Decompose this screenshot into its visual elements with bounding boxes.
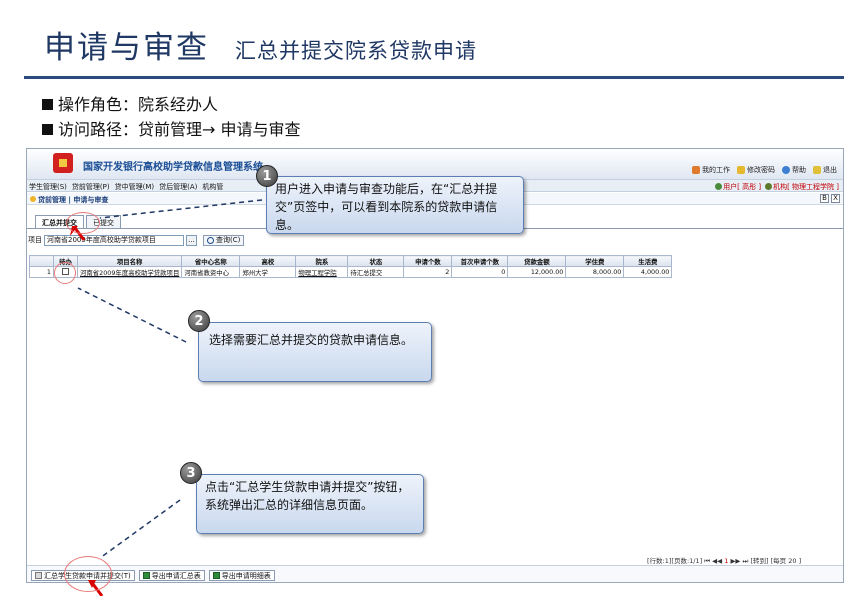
- breadcrumb: 贷前管理 | 申请与审查: [30, 195, 108, 205]
- callout-text: 选择需要汇总并提交的贷款申请信息。: [209, 333, 414, 347]
- column-header: 高校: [239, 255, 297, 267]
- menu-preloan[interactable]: 贷前管理(P): [72, 182, 110, 192]
- export-detail-button[interactable]: 导出申请明细表: [208, 570, 275, 581]
- step-2-badge: 2: [188, 310, 210, 332]
- org-label: 机构[ 物理工程学院 ]: [773, 183, 839, 191]
- living-expense-cell: 4,000.00: [623, 266, 673, 278]
- pager-page-count: [页数:1/1]: [671, 557, 703, 565]
- square-bullet-icon: [42, 99, 53, 110]
- app-header: 国家开发银行高校助学贷款信息管理系统 我的工作 修改密码 帮助 退出: [27, 149, 843, 179]
- column-header: 生活费: [623, 255, 673, 267]
- column-header: 院系: [295, 255, 349, 267]
- project-picker-button[interactable]: ...: [186, 234, 197, 246]
- project-label: 项目: [28, 236, 42, 244]
- bullet-list: 操作角色：院系经办人 访问路径：贷前管理→ 申请与审查: [42, 92, 301, 142]
- column-header: 项目名称: [76, 255, 183, 267]
- center-name-cell: 河南省教资中心: [181, 266, 241, 278]
- row-index: 1: [29, 266, 54, 278]
- table-header-row: 待办 项目名称 省中心名称 高校 院系 状态 申请个数 首次申请个数 贷款金额 …: [29, 255, 673, 267]
- excel-icon: [142, 572, 150, 579]
- org-icon: [765, 183, 773, 190]
- menu-midloan[interactable]: 贷中管理(M): [115, 182, 155, 192]
- help-link[interactable]: 帮助: [782, 165, 806, 175]
- change-password-link[interactable]: 修改密码: [737, 165, 775, 175]
- application-count-cell: 2: [403, 266, 453, 278]
- callout-step-1: 用户进入申请与审查功能后，在“汇总并提交”页签中，可以看到本院系的贷款申请信息。: [266, 176, 524, 234]
- page-title: 申请与审查: [44, 30, 209, 66]
- slide-title: 申请与审查 汇总并提交院系贷款申请: [44, 22, 477, 68]
- step-3-badge: 3: [180, 462, 202, 484]
- checkbox-highlight-ring: [54, 262, 76, 284]
- pager-row-count: [行数:1]: [647, 557, 672, 565]
- bottom-toolbar: 汇总学生贷款申请并提交(T) 导出申请汇总表 导出申请明细表: [27, 565, 843, 582]
- column-header: 申请个数: [403, 255, 453, 267]
- column-header: 学住费: [565, 255, 625, 267]
- column-header: [29, 255, 54, 267]
- top-links: 我的工作 修改密码 帮助 退出: [692, 165, 837, 175]
- application-table: 待办 项目名称 省中心名称 高校 院系 状态 申请个数 首次申请个数 贷款金额 …: [29, 255, 673, 278]
- user-icon: [715, 183, 723, 190]
- department-cell[interactable]: 物理工程学院: [295, 266, 349, 278]
- project-input[interactable]: [44, 234, 184, 246]
- bullet-item: 操作角色：院系经办人: [42, 92, 301, 117]
- bullet-text-role: 操作角色：院系经办人: [58, 95, 219, 114]
- restore-button[interactable]: B: [820, 194, 829, 203]
- pager-current-page: 1: [724, 557, 729, 565]
- first-application-count-cell: 0: [451, 266, 509, 278]
- square-bullet-icon: [42, 124, 53, 135]
- callout-step-3: 点击“汇总学生贷款申请并提交”按钮，系统弹出汇总的详细信息页面。: [196, 474, 424, 534]
- window-buttons: B X: [820, 194, 840, 203]
- tuition-cell: 8,000.00: [565, 266, 625, 278]
- menu-org[interactable]: 机构管: [202, 182, 223, 192]
- step-1-badge: 1: [256, 165, 278, 187]
- status-cell: 待汇总提交: [347, 266, 405, 278]
- query-button[interactable]: 查询(C): [203, 234, 245, 246]
- menu-postloan[interactable]: 贷后管理(A): [159, 182, 197, 192]
- help-icon: [782, 166, 790, 174]
- key-icon: [737, 166, 745, 174]
- person-icon: [692, 166, 700, 174]
- callout-text: 用户进入申请与审查功能后，在“汇总并提交”页签中，可以看到本院系的贷款申请信息。: [275, 182, 498, 232]
- submit-icon: [35, 572, 42, 579]
- logout-link[interactable]: 退出: [813, 165, 837, 175]
- university-cell: 郑州大学: [239, 266, 297, 278]
- pager-page-size[interactable]: 20: [788, 557, 796, 565]
- project-name-cell[interactable]: 河南省2009年度高校助学贷款项目: [76, 266, 183, 278]
- callout-step-2: 选择需要汇总并提交的贷款申请信息。: [198, 322, 432, 382]
- pager-goto[interactable]: [转到]: [750, 557, 768, 565]
- button-highlight-ring: [64, 556, 112, 592]
- user-label: 用户[ 高彤 ]: [723, 183, 762, 191]
- logout-icon: [813, 166, 821, 174]
- pager-first-prev[interactable]: ⏮ ◀◀: [704, 557, 722, 565]
- table-row[interactable]: 1 河南省2009年度高校助学贷款项目 河南省教资中心 郑州大学 物理工程学院 …: [29, 266, 673, 278]
- loan-amount-cell: 12,000.00: [507, 266, 567, 278]
- excel-icon: [212, 572, 220, 579]
- breadcrumb-dot-icon: [30, 196, 36, 202]
- pager-next-last[interactable]: ▶▶ ⏭: [730, 557, 748, 565]
- my-work-link[interactable]: 我的工作: [692, 165, 730, 175]
- menu-student[interactable]: 学生管理(S): [29, 182, 67, 192]
- user-info: 用户[ 高彤 ] 机构[ 物理工程学院 ]: [715, 182, 839, 192]
- column-header: 状态: [347, 255, 405, 267]
- close-button[interactable]: X: [831, 194, 840, 203]
- filter-row: 项目 ... 查询(C): [27, 233, 245, 247]
- bullet-item: 访问路径：贷前管理→ 申请与审查: [42, 117, 301, 142]
- page-subtitle: 汇总并提交院系贷款申请: [235, 39, 477, 63]
- export-summary-button[interactable]: 导出申请汇总表: [138, 570, 205, 581]
- column-header: 首次申请个数: [451, 255, 509, 267]
- title-divider: [24, 76, 844, 79]
- callout-text: 点击“汇总学生贷款申请并提交”按钮，系统弹出汇总的详细信息页面。: [205, 480, 410, 512]
- column-header: 贷款金额: [507, 255, 567, 267]
- bullet-text-path: 访问路径：贷前管理→ 申请与审查: [58, 120, 301, 139]
- tab-highlight-ring: [66, 212, 100, 234]
- pager-page-size-label: [每页: [770, 557, 787, 565]
- app-name: 国家开发银行高校助学贷款信息管理系统: [83, 162, 263, 173]
- search-icon: [207, 236, 214, 244]
- bank-logo-icon: [53, 153, 73, 173]
- column-header: 省中心名称: [181, 255, 241, 267]
